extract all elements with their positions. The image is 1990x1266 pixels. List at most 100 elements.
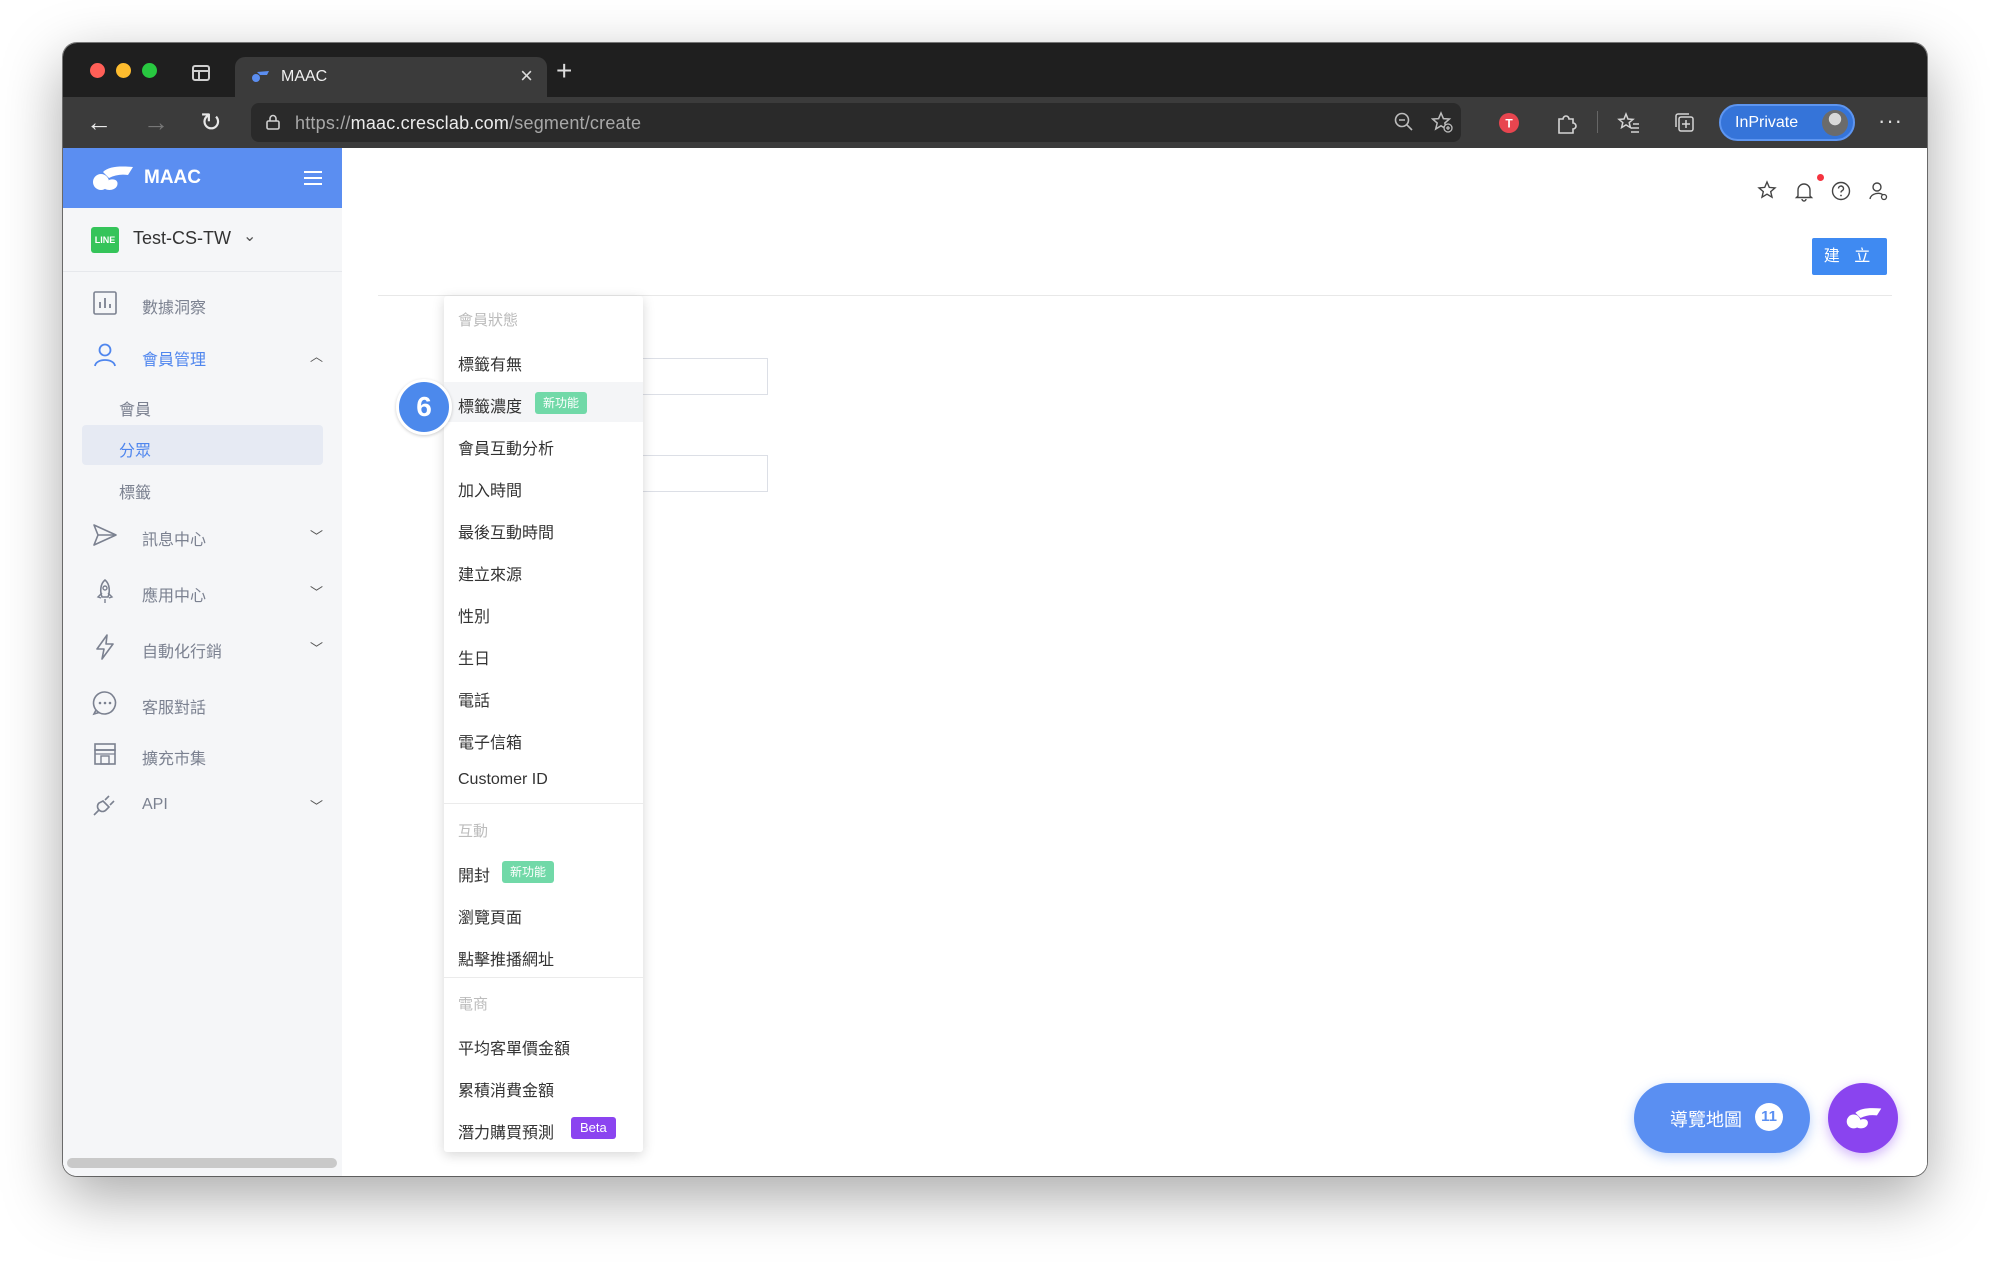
option-email[interactable]: 電子信箱 [444,718,643,758]
guide-map-count: 11 [1755,1103,1783,1131]
option-tag-presence[interactable]: 標籤有無 [444,340,643,380]
rocket-icon [96,578,114,603]
lock-icon [266,114,280,130]
sidebar-item-label: 訊息中心 [142,532,207,549]
guide-map-button[interactable]: 導覽地圖 11 [1634,1083,1810,1153]
bell-icon[interactable] [1791,178,1817,204]
chevron-down-icon: ﹀ [310,799,324,814]
chevron-down-icon: ⌄ [243,228,257,245]
option-average-order-value[interactable]: 平均客單價金額 [444,1024,643,1064]
reload-icon[interactable]: ↻ [200,105,222,139]
extensions-puzzle-icon[interactable] [1553,110,1579,136]
option-source[interactable]: 建立來源 [444,550,643,590]
browser-window: MAAC × + ← → ↻ https://maac.cresclab.com… [63,43,1927,1176]
group-interaction: 互動 [444,809,643,849]
maac-logo-icon [1846,1108,1882,1129]
option-label: Customer ID [458,771,548,788]
chevron-down-icon: ﹀ [310,585,324,600]
sidebar-item-member-management[interactable]: 會員管理 ︿ [63,335,342,375]
group-ecommerce: 電商 [444,982,643,1022]
sidebar-item-customer-chat[interactable]: 客服對話 [63,683,342,723]
zoom-out-icon[interactable] [1393,111,1415,133]
chevron-down-icon: ﹀ [310,529,324,544]
sidebar-item-label: 應用中心 [142,588,207,605]
assistant-fab-button[interactable] [1828,1083,1898,1153]
option-label: 電子信箱 [458,735,523,752]
step-number-badge: 6 [396,379,452,435]
option-page-view[interactable]: 瀏覽頁面 [444,893,643,933]
option-label: 建立來源 [458,567,523,584]
sidebar-item-marketplace[interactable]: 擴充市集 [63,734,342,774]
option-tag-density[interactable]: 標籤濃度 新功能 [444,382,643,422]
browser-tab[interactable]: MAAC × [235,57,547,97]
sidebar: MAAC LINE Test-CS-TW ⌄ 數據洞察 會員管理 ︿ 會員 分眾… [63,148,342,1176]
maximize-window-button[interactable] [142,63,157,78]
extension-t-icon[interactable]: T [1496,110,1522,136]
send-icon [93,524,117,546]
new-feature-badge: 新功能 [502,861,555,883]
toolbar-divider [1597,111,1598,133]
maac-logo-icon [93,166,133,190]
option-click-push-url[interactable]: 點擊推播網址 [444,935,643,975]
sidebar-scrollbar[interactable] [67,1158,337,1168]
option-phone[interactable]: 電話 [444,676,643,716]
address-bar[interactable]: https://maac.cresclab.com/segment/create [251,103,1461,142]
minimize-window-button[interactable] [116,63,131,78]
forward-arrow-icon[interactable]: → [143,105,169,139]
svg-text:T: T [1505,117,1513,131]
maac-favicon-icon [252,71,269,82]
option-last-interaction-time[interactable]: 最後互動時間 [444,508,643,548]
sidebar-subitem-segments[interactable]: 分眾 [82,425,323,465]
option-label: 性別 [458,609,491,626]
new-tab-button[interactable]: + [556,57,572,85]
option-label: 生日 [458,651,491,668]
sidebar-item-insights[interactable]: 數據洞察 [63,283,342,323]
tab-strip: MAAC × + [63,43,1927,97]
more-options-icon[interactable]: ··· [1878,108,1903,134]
sidebar-subitem-label: 分眾 [119,443,152,460]
sidebar-item-label: 自動化行銷 [142,644,223,661]
favorites-icon[interactable] [1616,110,1642,136]
option-label: 會員互動分析 [458,441,555,458]
sidebar-item-messages[interactable]: 訊息中心 ﹀ [63,515,342,555]
account-switcher[interactable]: LINE Test-CS-TW ⌄ [63,208,342,272]
option-join-time[interactable]: 加入時間 [444,466,643,506]
sidebar-subitem-members[interactable]: 會員 [82,384,323,424]
option-member-interaction-analysis[interactable]: 會員互動分析 [444,424,643,464]
option-gender[interactable]: 性別 [444,592,643,632]
add-favorite-icon[interactable] [1431,111,1453,133]
inprivate-button[interactable]: InPrivate [1719,104,1855,141]
menu-toggle-icon[interactable] [304,171,322,185]
help-icon[interactable] [1828,178,1854,204]
sidebar-item-apps[interactable]: 應用中心 ﹀ [63,571,342,611]
back-arrow-icon[interactable]: ← [86,105,112,139]
group-member-status: 會員狀態 [444,298,643,338]
option-customer-id[interactable]: Customer ID [444,760,643,800]
option-cumulative-spend[interactable]: 累積消費金額 [444,1066,643,1106]
option-label: 標籤濃度 [458,399,523,416]
account-settings-icon[interactable] [1865,178,1891,204]
close-window-button[interactable] [90,63,105,78]
sidebar-subitem-tags[interactable]: 標籤 [82,467,323,507]
option-label: 電話 [458,693,491,710]
collections-icon[interactable] [1672,110,1698,136]
user-icon [94,343,116,367]
sidebar-item-api[interactable]: API ﹀ [63,785,342,825]
bar-chart-icon [93,291,117,315]
sidebar-item-label: 客服對話 [142,700,207,717]
tab-actions-icon[interactable] [192,65,210,81]
url-text[interactable]: https://maac.cresclab.com/segment/create [295,113,641,134]
close-tab-icon[interactable]: × [520,64,533,88]
sidebar-item-automation[interactable]: 自動化行銷 ﹀ [63,627,342,667]
option-purchase-prediction[interactable]: 潛力購買預測 Beta [444,1108,643,1148]
sidebar-subitem-label: 會員 [119,402,152,419]
option-label: 潛力購買預測 [458,1125,555,1142]
option-birthday[interactable]: 生日 [444,634,643,674]
brand-header: MAAC [63,148,342,208]
option-label: 累積消費金額 [458,1083,555,1100]
option-open[interactable]: 開封 新功能 [444,851,643,891]
star-icon[interactable] [1754,178,1780,204]
menu-divider [444,803,643,804]
option-label: 開封 [458,868,491,885]
create-button[interactable]: 建 立 [1812,238,1887,275]
